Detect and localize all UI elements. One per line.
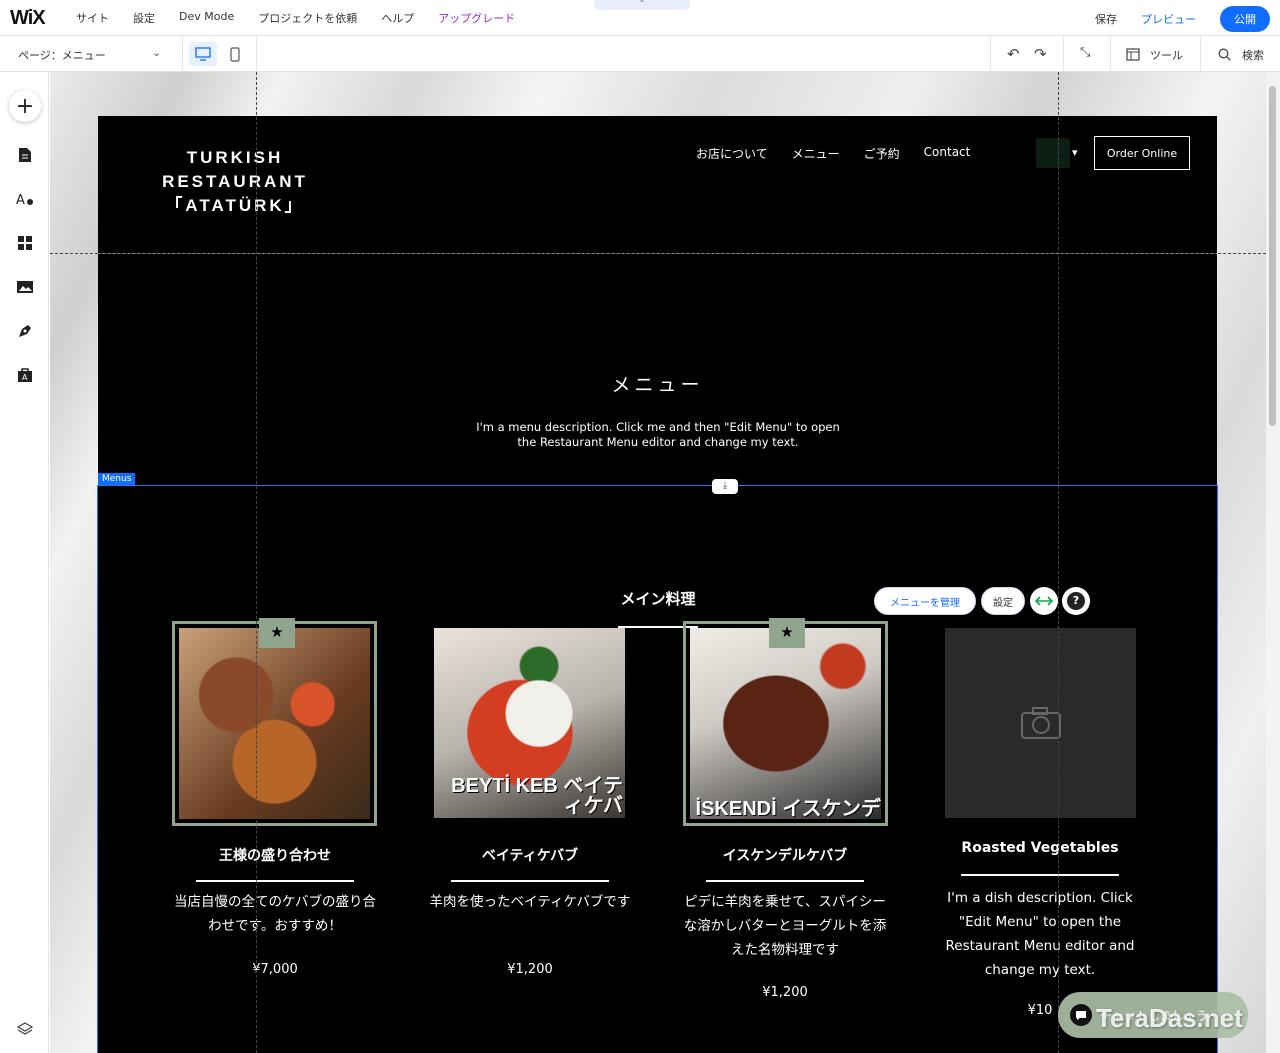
publish-button[interactable]: 公開	[1220, 6, 1270, 32]
menu-upgrade[interactable]: アップグレード	[438, 10, 515, 26]
ruler-guide[interactable]	[256, 72, 257, 1053]
divider	[256, 36, 257, 72]
dish-divider	[706, 880, 864, 882]
pages-icon[interactable]	[12, 142, 38, 168]
nav-contact[interactable]: Contact	[924, 145, 971, 162]
dish-image-overlay-text: İSKENDİ イスケンデ	[695, 798, 881, 820]
blog-pen-icon[interactable]	[12, 318, 38, 344]
tools-icon[interactable]	[1126, 48, 1140, 61]
nav-about[interactable]: お店について	[696, 145, 768, 162]
dish-image	[179, 628, 370, 819]
zoom-out-icon[interactable]: ⤡	[1080, 45, 1090, 60]
chevron-down-icon[interactable]: ⌄	[152, 46, 161, 59]
business-icon[interactable]: A	[12, 362, 38, 388]
watermark: TeraDas.net	[1096, 1003, 1243, 1033]
brand-line: RESTAURANT	[162, 172, 308, 191]
dish-name[interactable]: ベイティケバブ	[415, 845, 645, 865]
desktop-view-button[interactable]	[189, 42, 217, 66]
mobile-view-button[interactable]	[221, 42, 249, 66]
dish-price[interactable]: ¥7,000	[160, 962, 390, 977]
menu-hire[interactable]: プロジェクトを依頼	[258, 10, 357, 26]
search-button[interactable]: 検索	[1242, 47, 1264, 63]
preview-button[interactable]: プレビュー	[1141, 11, 1196, 27]
top-right-actions: 保存 プレビュー 公開	[1095, 6, 1270, 32]
mobile-icon	[230, 46, 240, 62]
dish-description[interactable]: I'm a dish description. Click "Edit Menu…	[934, 886, 1146, 982]
order-online-button[interactable]: Order Online	[1094, 136, 1190, 170]
divider	[182, 36, 183, 72]
dish-photo[interactable]: BEYTİ KEB ベイティケバ	[434, 628, 625, 818]
brand-line: 「ATATÜRK」	[165, 196, 305, 215]
apps-icon[interactable]	[12, 230, 38, 256]
settings-button[interactable]: 設定	[981, 587, 1025, 615]
dish-name[interactable]: イスケンデルケバブ	[670, 845, 900, 865]
member-avatar[interactable]	[1036, 138, 1070, 168]
left-sidebar: + A A	[0, 72, 49, 1053]
dish-photo[interactable]	[172, 621, 377, 826]
dish-name[interactable]: Roasted Vegetables	[925, 840, 1155, 856]
search-icon[interactable]	[1218, 48, 1231, 61]
stretch-icon[interactable]	[1030, 587, 1058, 615]
add-element-button[interactable]: +	[9, 90, 41, 122]
editor-top-bar: WiX サイト 設定 Dev Mode プロジェクトを依頼 ヘルプ アップグレー…	[0, 0, 1280, 36]
dish-divider	[451, 880, 609, 882]
page-selector[interactable]: ページ：メニュー	[18, 47, 106, 63]
download-icon[interactable]: ⤓	[712, 479, 738, 494]
page-title[interactable]: メニュー	[98, 370, 1217, 397]
chevron-down-icon[interactable]: ▾	[1072, 146, 1078, 159]
section-title[interactable]: メイン料理	[598, 588, 718, 609]
nav-menu[interactable]: メニュー	[792, 145, 840, 162]
dish-price[interactable]: ¥1,200	[415, 962, 645, 977]
site-brand-logo[interactable]: TURKISH RESTAURANT 「ATATÜRK」	[150, 146, 320, 218]
ruler-guide[interactable]	[50, 253, 1266, 254]
dish-photo[interactable]: İSKENDİ イスケンデ	[683, 621, 888, 826]
menu-settings[interactable]: 設定	[133, 10, 155, 26]
tools-button[interactable]: ツール	[1150, 47, 1183, 63]
menu-site[interactable]: サイト	[76, 10, 109, 26]
design-icon[interactable]: A	[12, 186, 38, 212]
star-icon: ★	[259, 618, 295, 648]
dish-description[interactable]: ピデに羊肉を乗せて、スパイシーな溶かしバターとヨーグルトを添えた名物料理です	[679, 890, 891, 962]
editor-toolbar: ページ：メニュー ⌄ ↶ ↷ ⤡ ツール 検索	[0, 36, 1280, 72]
desktop-icon	[195, 47, 211, 61]
site-nav: お店について メニュー ご予約 Contact	[696, 145, 970, 162]
manage-menu-button[interactable]: メニューを管理	[874, 587, 976, 615]
divider	[990, 36, 991, 72]
menus-widget-tag: Menus	[98, 473, 136, 485]
menu-dev-mode[interactable]: Dev Mode	[179, 10, 234, 26]
dish-description[interactable]: 羊肉を使ったベイティケバブです	[424, 890, 636, 914]
media-icon[interactable]	[12, 274, 38, 300]
star-icon: ★	[769, 618, 805, 648]
save-button[interactable]: 保存	[1095, 11, 1117, 27]
nav-reservation[interactable]: ご予約	[864, 145, 900, 162]
chat-bubble-icon	[1070, 1004, 1092, 1026]
divider	[1110, 36, 1111, 72]
dish-price[interactable]: ¥1,200	[670, 985, 900, 1000]
chevron-up-icon[interactable]: ⌃	[594, 0, 690, 10]
dish-divider	[961, 874, 1119, 876]
dish-image	[690, 628, 881, 819]
undo-icon[interactable]: ↶	[1007, 45, 1020, 63]
dish-name[interactable]: 王様の盛り合わせ	[160, 845, 390, 865]
wix-logo[interactable]: WiX	[10, 7, 46, 30]
scrollbar-thumb[interactable]	[1269, 86, 1276, 426]
dish-image-overlay-text: BEYTİ KEB ベイティケバ	[451, 775, 623, 817]
page-description[interactable]: I'm a menu description. Click me and the…	[470, 420, 846, 450]
divider	[1063, 36, 1064, 72]
help-icon[interactable]: ?	[1062, 587, 1090, 615]
brand-line: TURKISH	[186, 148, 284, 167]
layers-icon[interactable]	[12, 1016, 38, 1042]
ruler-guide[interactable]	[1058, 72, 1059, 1053]
menu-help[interactable]: ヘルプ	[381, 10, 414, 26]
dish-description[interactable]: 当店自慢の全てのケバブの盛り合わせです。おすすめ！	[169, 890, 381, 938]
svg-text:A: A	[16, 193, 25, 207]
camera-icon	[1020, 707, 1061, 739]
svg-text:A: A	[22, 373, 28, 382]
dish-divider	[196, 880, 354, 882]
redo-icon[interactable]: ↷	[1034, 45, 1047, 63]
divider	[1200, 36, 1201, 72]
dish-photo-placeholder[interactable]	[945, 628, 1136, 818]
top-menu: サイト 設定 Dev Mode プロジェクトを依頼 ヘルプ アップグレード	[76, 10, 515, 26]
